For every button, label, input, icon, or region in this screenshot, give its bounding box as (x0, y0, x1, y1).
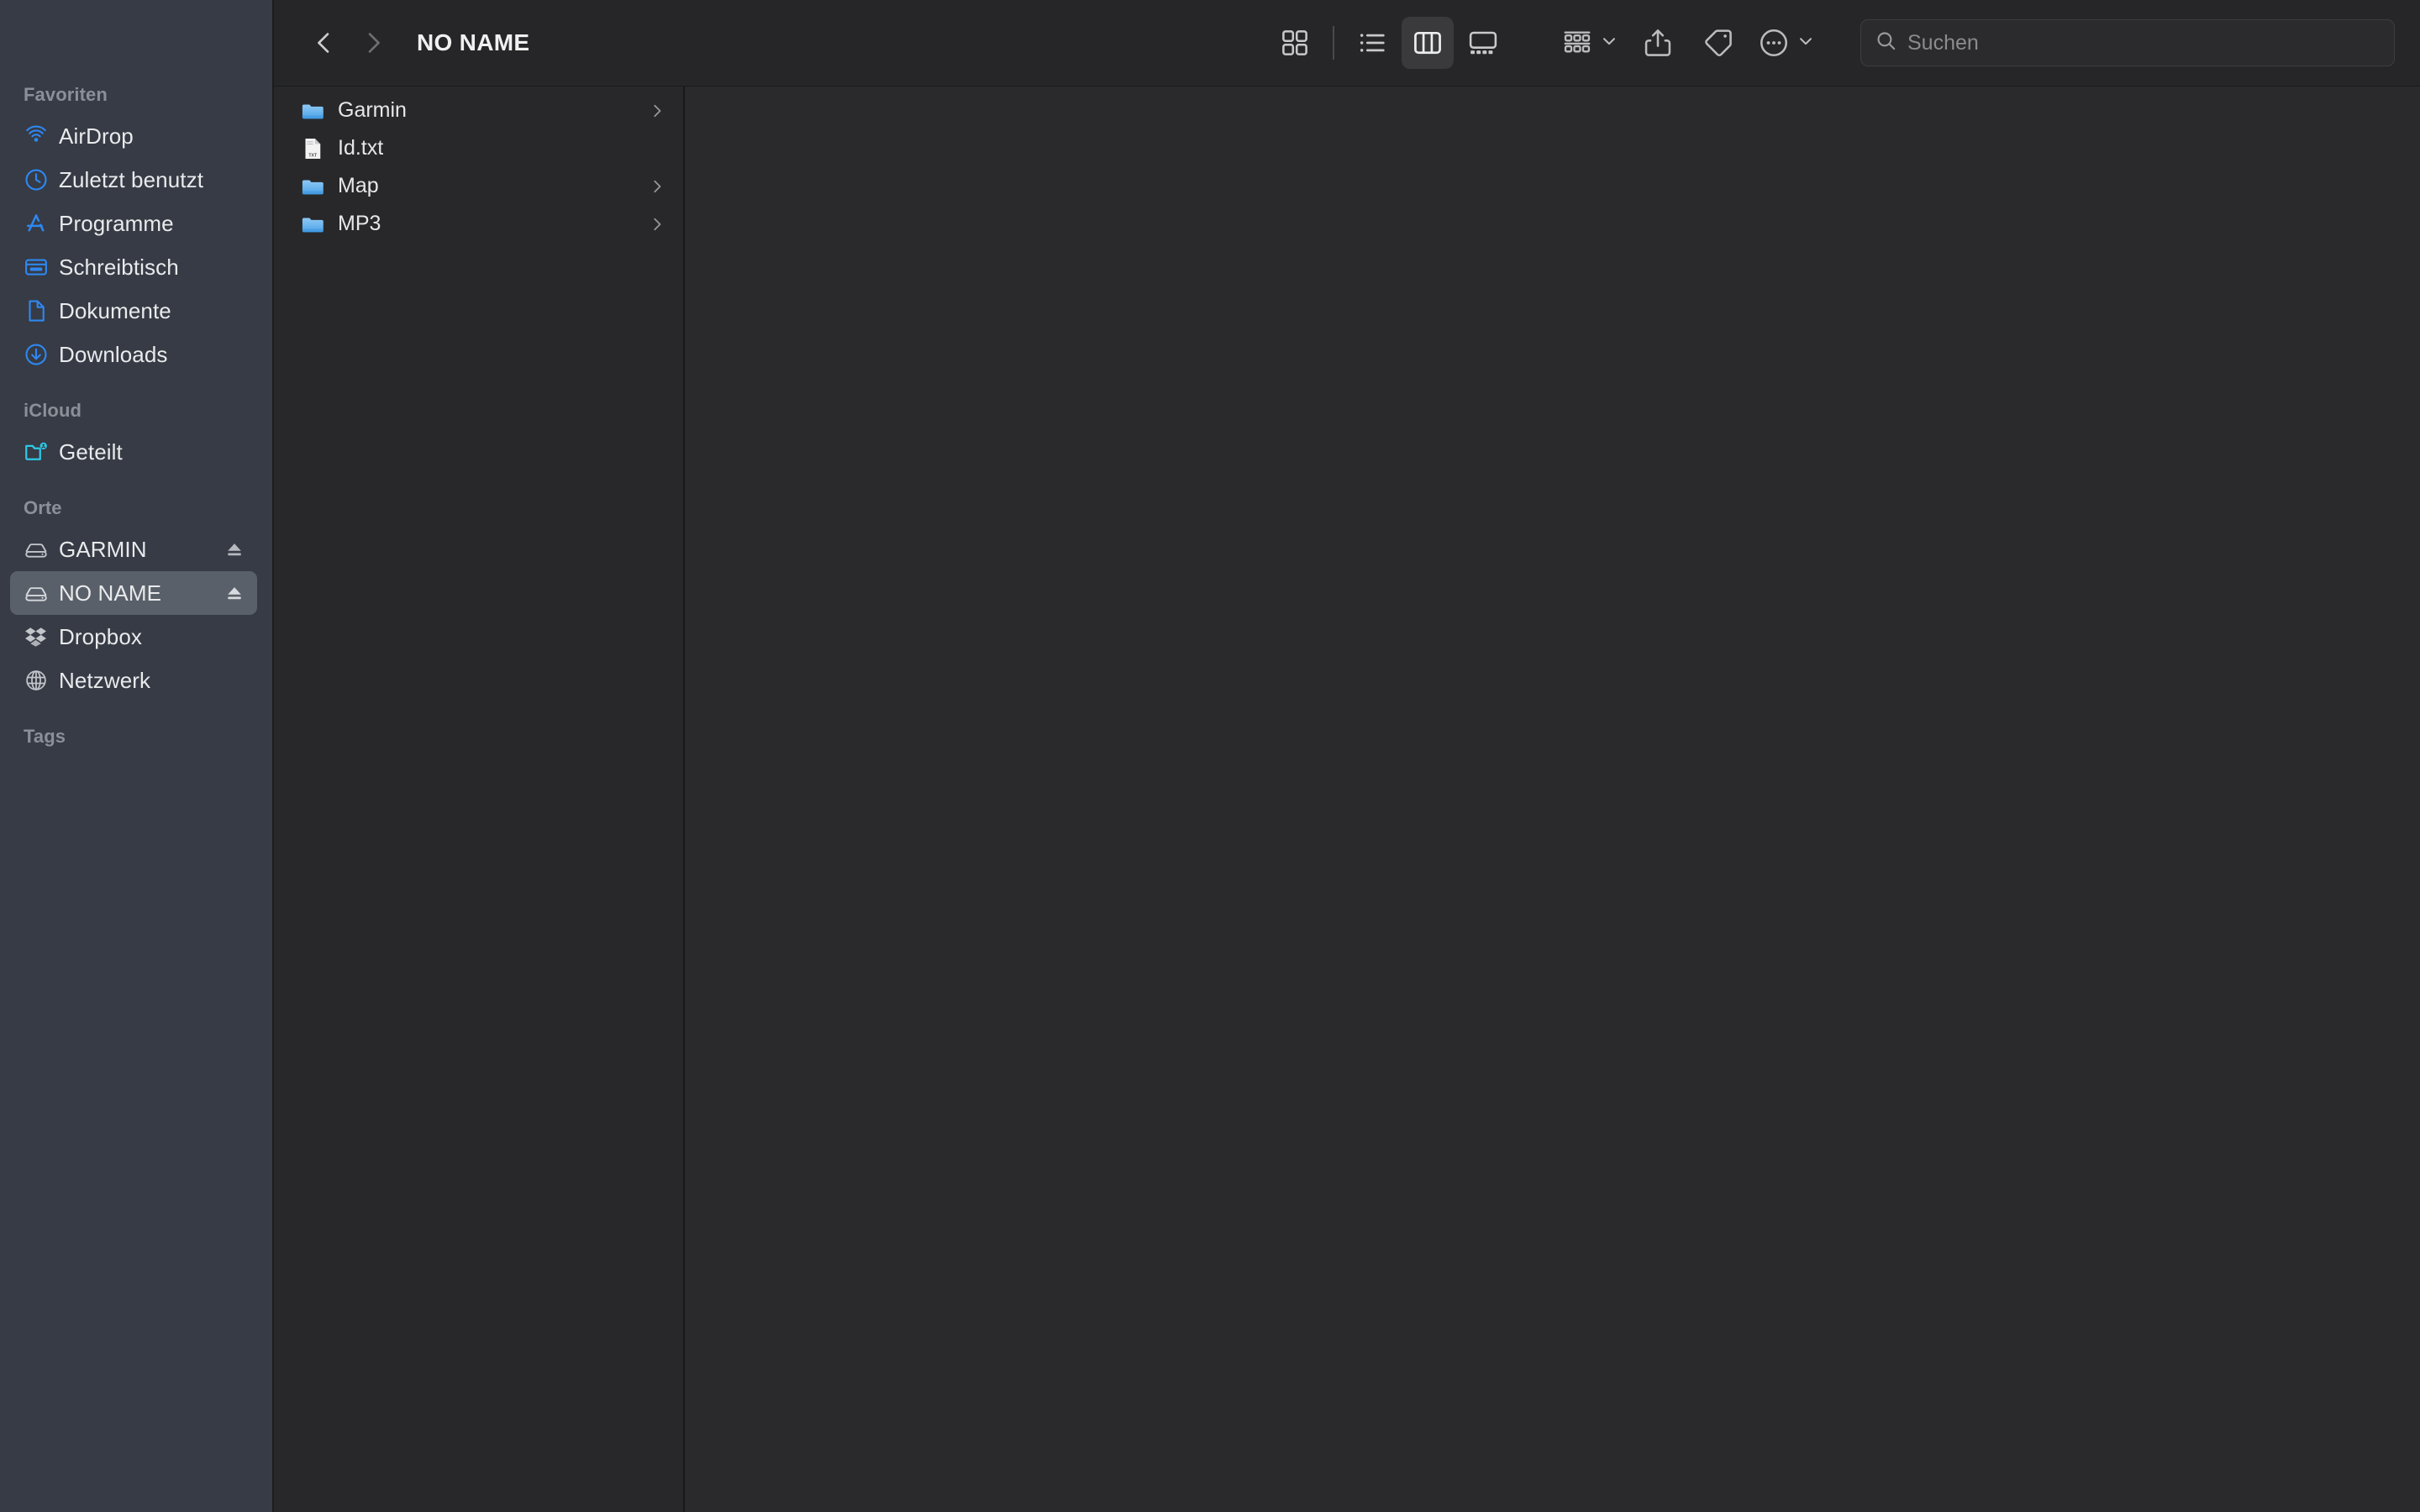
sidebar-tags-empty (0, 756, 272, 790)
file-name: Id.txt (338, 136, 384, 160)
file-name: Garmin (338, 98, 407, 122)
sidebar-group-title-favoriten: Favoriten (24, 84, 108, 105)
more-actions-button[interactable] (1753, 17, 1820, 69)
eject-icon[interactable] (224, 538, 245, 560)
folder-icon (297, 212, 328, 237)
chevron-right-icon (648, 177, 666, 196)
applications-icon (24, 211, 55, 236)
finder-window: Favoriten AirDrop Zuletzt benutzt Progra… (0, 0, 2420, 1512)
sidebar-item-airdrop[interactable]: AirDrop (10, 114, 257, 158)
share-button[interactable] (1632, 17, 1684, 69)
sidebar-item-schreibtisch[interactable]: Schreibtisch (10, 245, 257, 289)
external-drive-icon (24, 537, 55, 562)
sidebar-item-garmin[interactable]: GARMIN (10, 528, 257, 571)
sidebar-item-no-name[interactable]: NO NAME (10, 571, 257, 615)
desktop-icon (24, 255, 55, 280)
sidebar-item-netzwerk[interactable]: Netzwerk (10, 659, 257, 702)
dropbox-icon (24, 624, 55, 649)
chevron-down-icon (1797, 32, 1815, 55)
document-icon (24, 298, 55, 323)
view-mode-icon-button[interactable] (1269, 17, 1321, 69)
sidebar-group-favoriten: Favoriten AirDrop Zuletzt benutzt Progra… (0, 84, 272, 376)
search-icon (1875, 29, 1897, 56)
navigation-buttons (302, 21, 395, 65)
tag-button[interactable] (1692, 17, 1744, 69)
sidebar-item-dropbox[interactable]: Dropbox (10, 615, 257, 659)
search-input[interactable] (1907, 30, 2381, 55)
file-list-column: Garmin TXT Id.txt Map MP3 (274, 87, 685, 1512)
folder-icon (297, 98, 328, 123)
sidebar-item-label: NO NAME (59, 580, 162, 606)
group-by-button[interactable] (1556, 17, 1623, 69)
view-mode-group (1269, 17, 1509, 69)
file-name: MP3 (338, 212, 381, 235)
view-mode-gallery-button[interactable] (1457, 17, 1509, 69)
sidebar-item-label: Netzwerk (59, 667, 151, 693)
downloads-icon (24, 342, 55, 367)
view-mode-list-button[interactable] (1346, 17, 1398, 69)
toolbar: NO NAME (274, 0, 2420, 87)
content-area: NO NAME Suchen Garmin TXT Id.txt Map MP3 (274, 0, 2420, 1512)
sidebar-item-label: GARMIN (59, 536, 147, 562)
sidebar-item-label: AirDrop (59, 123, 134, 149)
window-title: NO NAME (417, 29, 530, 55)
network-globe-icon (24, 668, 55, 693)
search-field[interactable] (1860, 19, 2395, 66)
toolbar-actions (1556, 17, 1820, 69)
external-drive-icon (24, 580, 55, 606)
eject-icon[interactable] (224, 582, 245, 604)
view-mode-column-button[interactable] (1402, 17, 1454, 69)
column-browser: Garmin TXT Id.txt Map MP3 (274, 87, 2420, 1512)
file-row[interactable]: MP3 (274, 205, 683, 243)
sidebar-item-label: Geteilt (59, 438, 123, 465)
file-row[interactable]: Map (274, 167, 683, 205)
clock-icon (24, 167, 55, 192)
sidebar-item-dokumente[interactable]: Dokumente (10, 289, 257, 333)
sidebar-group-title-orte: Orte (24, 497, 62, 518)
sidebar-group-tags: Tags (0, 726, 272, 790)
sidebar-group-title-tags: Tags (24, 726, 66, 747)
chevron-right-icon (648, 215, 666, 234)
chevron-down-icon (1600, 32, 1618, 55)
sidebar-item-downloads[interactable]: Downloads (10, 333, 257, 376)
sidebar-item-geteilt[interactable]: Geteilt (10, 430, 257, 474)
svg-text:TXT: TXT (308, 153, 318, 158)
sidebar-item-label: Programme (59, 210, 174, 236)
sidebar-group-title-icloud: iCloud (24, 400, 82, 421)
sidebar-item-label: Dropbox (59, 623, 142, 649)
airdrop-icon (24, 123, 55, 149)
file-name: Map (338, 174, 379, 197)
file-row[interactable]: Garmin (274, 92, 683, 129)
sidebar-item-label: Zuletzt benutzt (59, 166, 204, 192)
toolbar-divider (1333, 26, 1334, 60)
folder-icon (297, 174, 328, 199)
sidebar-item-zuletzt-benutzt[interactable]: Zuletzt benutzt (10, 158, 257, 202)
sidebar-item-label: Schreibtisch (59, 254, 179, 280)
sidebar-item-label: Downloads (59, 341, 168, 367)
forward-button[interactable] (351, 21, 395, 65)
sidebar-group-icloud: iCloud Geteilt (0, 400, 272, 474)
preview-column (685, 87, 2420, 1512)
sidebar: Favoriten AirDrop Zuletzt benutzt Progra… (0, 0, 274, 1512)
sidebar-item-label: Dokumente (59, 297, 171, 323)
sidebar-group-orte: Orte GARMIN NO NAME Dropbox Netzwerk (0, 497, 272, 702)
txt-file-icon: TXT (297, 136, 328, 161)
back-button[interactable] (302, 21, 346, 65)
sidebar-item-programme[interactable]: Programme (10, 202, 257, 245)
chevron-right-icon (648, 102, 666, 120)
shared-folder-icon (24, 439, 55, 465)
file-row[interactable]: TXT Id.txt (274, 129, 683, 167)
